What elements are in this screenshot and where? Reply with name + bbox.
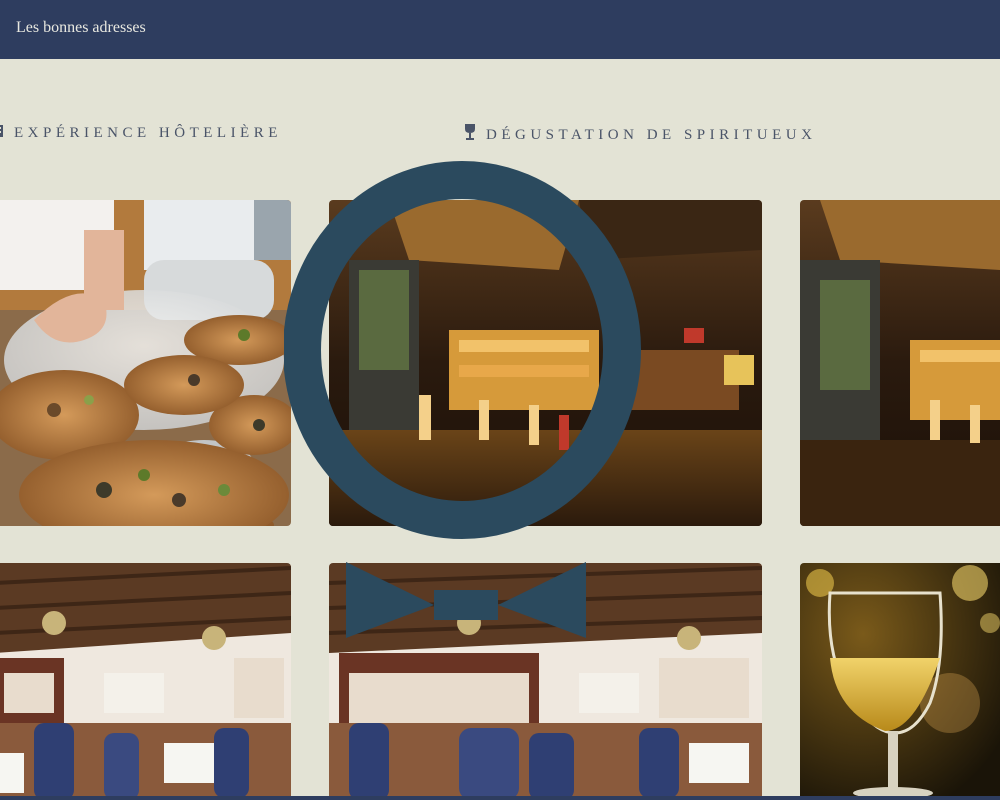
section-heading-hotel[interactable]: EXPÉRIENCE HÔTELIÈRE (0, 124, 282, 143)
page: Les bonnes adresses EXPÉRIENCE HÔTELIÈRE… (0, 0, 1000, 800)
dining-room-photo[interactable] (0, 563, 291, 800)
wine-glass-icon (464, 124, 476, 145)
bottom-border (0, 796, 1000, 800)
chef-plating-photo[interactable] (0, 200, 291, 526)
top-navigation-bar: Les bonnes adresses (0, 0, 1000, 59)
section-heading-spirits[interactable]: DÉGUSTATION DE SPIRITUEUX (464, 124, 816, 145)
section-heading-spirits-label: DÉGUSTATION DE SPIRITUEUX (486, 127, 817, 143)
site-title[interactable]: Les bonnes adresses (16, 19, 146, 37)
bar-interior-photo-2[interactable] (800, 200, 1000, 526)
section-heading-hotel-label: EXPÉRIENCE HÔTELIÈRE (14, 125, 282, 141)
hotel-icon (0, 124, 4, 143)
wine-glass-photo[interactable] (800, 563, 1000, 800)
dining-room-photo-2[interactable] (329, 563, 762, 800)
bar-interior-photo[interactable] (329, 200, 762, 526)
